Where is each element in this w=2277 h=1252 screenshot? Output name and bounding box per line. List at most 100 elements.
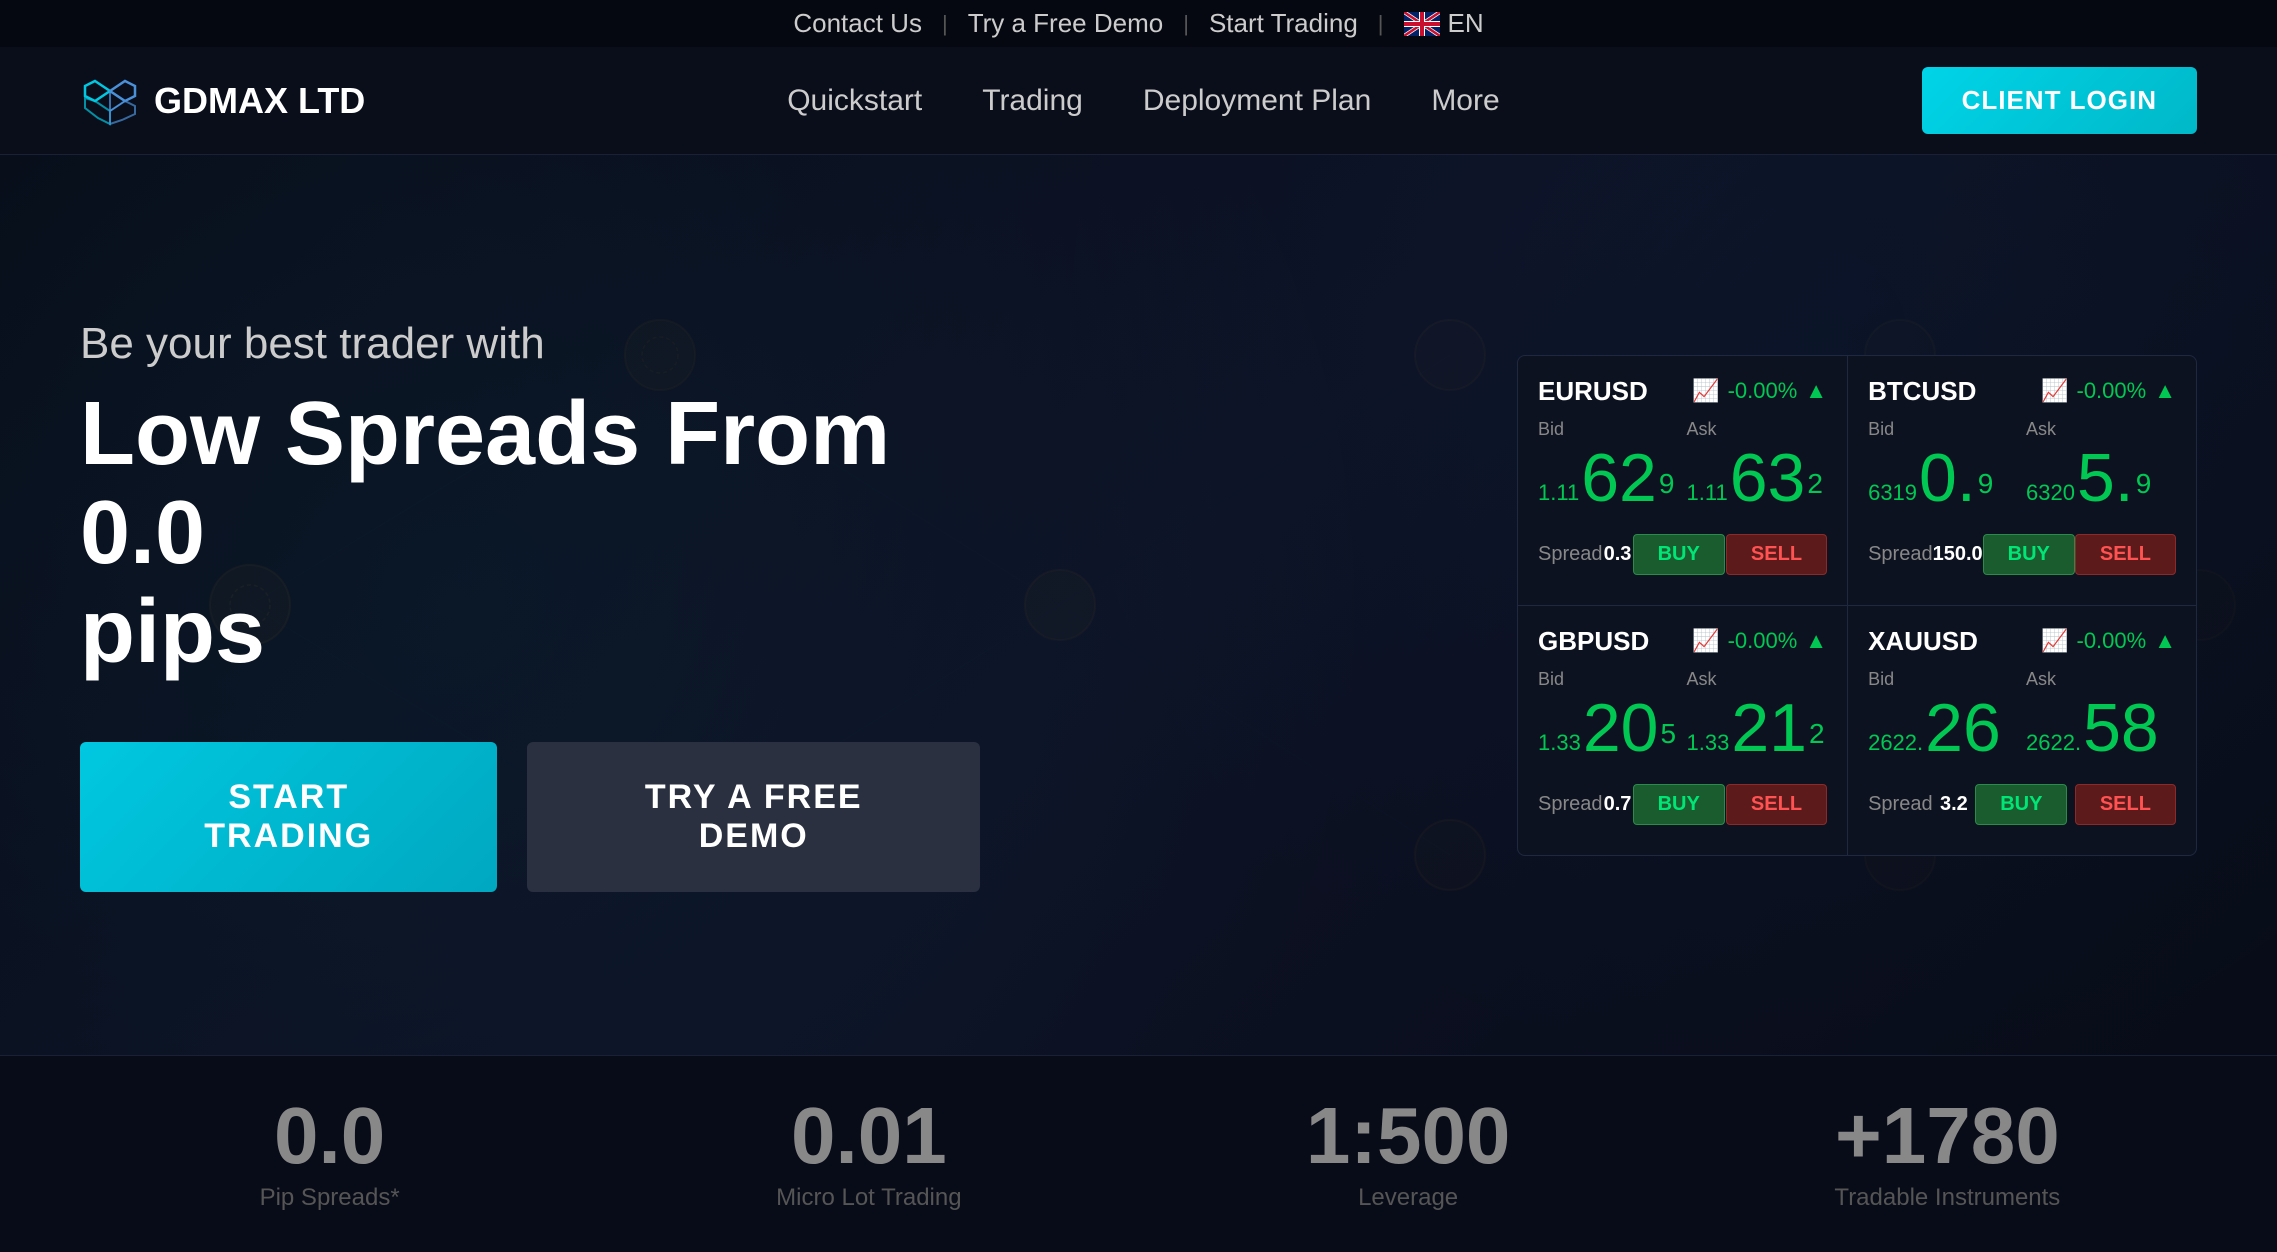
gbpusd-bid-main: 20 [1583,694,1659,762]
xauusd-up-arrow: ▲ [2154,628,2176,654]
gbpusd-bid-box: Bid 1.33 20 5 [1538,669,1679,762]
btcusd-bid-sup: 9 [1978,468,1994,500]
xauusd-bid-prefix: 2622. [1868,730,1923,756]
eurusd-bid-main: 62 [1581,444,1657,512]
stat-pip-spreads-label: Pip Spreads* [80,1184,579,1212]
btcusd-bid-label: Bid [1868,419,2018,440]
eurusd-change: 📈 -0.00% ▲ [1692,378,1827,404]
btcusd-cell: BTCUSD 📈 -0.00% ▲ Bid 6319 0. 9 [1848,356,2196,606]
nav-deployment[interactable]: Deployment Plan [1143,84,1371,118]
stat-micro-lot-label: Micro Lot Trading [619,1184,1118,1212]
eurusd-pair: EURUSD [1538,376,1648,407]
stat-leverage-label: Leverage [1159,1184,1658,1212]
eurusd-ask-label: Ask [1687,419,1828,440]
btcusd-spread-row: Spread 150.0 BUY SELL [1868,524,2176,585]
hero-title-line1: Low Spreads From 0.0 [80,384,890,583]
eurusd-bid-label: Bid [1538,419,1679,440]
hero-section: Be your best trader with Low Spreads Fro… [0,155,2277,1055]
xauusd-ask-prefix: 2622. [2026,730,2081,756]
gbpusd-buy-button[interactable]: BUY [1633,784,1725,825]
btcusd-bid-prefix: 6319 [1868,480,1917,506]
client-login-button[interactable]: CLIENT LOGIN [1922,67,2197,134]
xauusd-ask-main: 58 [2083,694,2159,762]
gbpusd-trend-icon: 📈 [1692,628,1719,654]
trading-grid: EURUSD 📈 -0.00% ▲ Bid 1.11 62 9 [1518,356,2196,855]
eurusd-ask-box: Ask 1.11 63 2 [1687,419,1828,512]
top-bar: Contact Us | Try a Free Demo | Start Tra… [0,0,2277,47]
top-contact-us[interactable]: Contact Us [793,8,922,39]
gbpusd-pair: GBPUSD [1538,626,1649,657]
language-selector[interactable]: EN [1404,8,1484,39]
stats-bar: 0.0 Pip Spreads* 0.01 Micro Lot Trading … [0,1055,2277,1252]
top-start-trading[interactable]: Start Trading [1209,8,1358,39]
xauusd-spread-label: Spread [1868,793,1933,816]
eurusd-sell-button[interactable]: SELL [1726,534,1827,575]
xauusd-sell-button[interactable]: SELL [2075,784,2176,825]
gbpusd-bid-label: Bid [1538,669,1679,690]
eurusd-spread-value: 0.3 [1604,543,1632,566]
eurusd-buy-button[interactable]: BUY [1633,534,1725,575]
xauusd-ask-label: Ask [2026,669,2176,690]
gbpusd-ask-label: Ask [1687,669,1828,690]
gbpusd-ask-main: 21 [1731,694,1807,762]
gbpusd-sell-button[interactable]: SELL [1726,784,1827,825]
xauusd-spread-value: 3.2 [1940,793,1968,816]
stat-pip-spreads: 0.0 Pip Spreads* [80,1096,579,1212]
gbpusd-ask-sup: 2 [1809,718,1825,750]
xauusd-change-value: -0.00% [2077,628,2147,654]
stat-instruments-value: +1780 [1698,1096,2197,1176]
xauusd-spread-row: Spread 3.2 BUY SELL [1868,774,2176,835]
eurusd-ask-sup: 2 [1807,468,1823,500]
gbpusd-spread-label: Spread [1538,793,1603,816]
xauusd-bid-box: Bid 2622. 26 [1868,669,2018,762]
uk-flag-icon [1404,12,1440,36]
btcusd-up-arrow: ▲ [2154,378,2176,404]
nav-more[interactable]: More [1431,84,1499,118]
separator-3: | [1378,11,1384,37]
btcusd-change: 📈 -0.00% ▲ [2041,378,2176,404]
gbpusd-bid-prefix: 1.33 [1538,730,1581,756]
separator-1: | [942,11,948,37]
xauusd-buy-button[interactable]: BUY [1975,784,2067,825]
gbpusd-up-arrow: ▲ [1805,628,1827,654]
btcusd-sell-button[interactable]: SELL [2075,534,2176,575]
xauusd-pair: XAUUSD [1868,626,1978,657]
language-label: EN [1448,8,1484,39]
gbpusd-cell: GBPUSD 📈 -0.00% ▲ Bid 1.33 20 5 [1518,606,1848,855]
btcusd-buy-button[interactable]: BUY [1983,534,2075,575]
btcusd-ask-sup: 9 [2136,468,2152,500]
hero-buttons: START TRADING TRY A FREE DEMO [80,742,980,892]
stat-leverage-value: 1:500 [1159,1096,1658,1176]
eurusd-bid-sup: 9 [1659,468,1675,500]
eurusd-spread-label: Spread [1538,543,1603,566]
logo[interactable]: GDMAX LTD [80,76,365,126]
stat-micro-lot: 0.01 Micro Lot Trading [619,1096,1118,1212]
eurusd-trend-icon: 📈 [1692,378,1719,404]
xauusd-ask-box: Ask 2622. 58 [2026,669,2176,762]
xauusd-bid-main: 26 [1925,694,2001,762]
gbpusd-change: 📈 -0.00% ▲ [1692,628,1827,654]
start-trading-button[interactable]: START TRADING [80,742,497,892]
hero-subtitle: Be your best trader with [80,319,980,369]
nav-trading[interactable]: Trading [982,84,1083,118]
btcusd-trend-icon: 📈 [2041,378,2068,404]
eurusd-spread-row: Spread 0.3 BUY SELL [1538,524,1827,585]
stat-pip-spreads-value: 0.0 [80,1096,579,1176]
separator-2: | [1183,11,1189,37]
nav-quickstart[interactable]: Quickstart [787,84,922,118]
header: GDMAX LTD Quickstart Trading Deployment … [0,47,2277,155]
try-free-demo-button[interactable]: TRY A FREE DEMO [527,742,980,892]
stat-micro-lot-value: 0.01 [619,1096,1118,1176]
btcusd-ask-box: Ask 6320 5. 9 [2026,419,2176,512]
xauusd-change: 📈 -0.00% ▲ [2041,628,2176,654]
top-try-demo[interactable]: Try a Free Demo [968,8,1164,39]
stat-instruments-label: Tradable Instruments [1698,1184,2197,1212]
eurusd-ask-main: 63 [1730,444,1806,512]
gbpusd-bid-sup: 5 [1660,718,1676,750]
gbpusd-spread-row: Spread 0.7 BUY SELL [1538,774,1827,835]
eurusd-ask-prefix: 1.11 [1687,480,1728,506]
hero-title-line2: pips [80,582,265,682]
hero-title: Low Spreads From 0.0 pips [80,385,980,682]
stat-instruments: +1780 Tradable Instruments [1698,1096,2197,1212]
gbpusd-change-value: -0.00% [1728,628,1798,654]
